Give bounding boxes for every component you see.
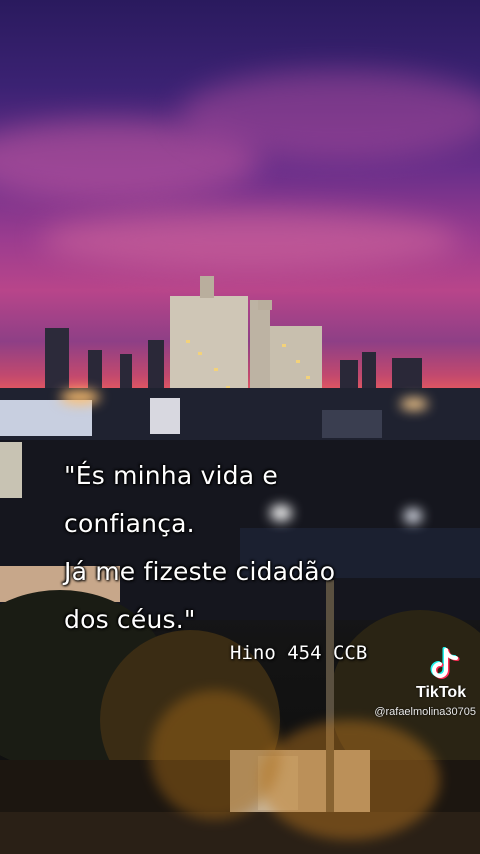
tiktok-brand-label: TikTok <box>416 684 467 701</box>
quote-text: "És minha vida e confiança. Já me fizest… <box>64 452 424 644</box>
street-light <box>150 690 280 820</box>
city-light <box>400 398 428 410</box>
quote-line: "És minha vida e <box>64 461 278 490</box>
tiktok-username: @rafaelmolina30705 <box>374 706 476 718</box>
quote-line: dos céus." <box>64 605 196 634</box>
quote-line: Já me fizeste cidadão <box>64 557 336 586</box>
tiktok-watermark: TikTok @rafaelmolina30705 <box>350 644 478 724</box>
city-light <box>60 390 100 404</box>
tiktok-note-icon <box>430 647 460 679</box>
video-frame: "És minha vida e confiança. Já me fizest… <box>0 0 480 854</box>
street-light <box>260 720 440 840</box>
quote-line: confiança. <box>64 509 195 538</box>
hymn-credit: Hino 454 CCB <box>230 642 368 664</box>
